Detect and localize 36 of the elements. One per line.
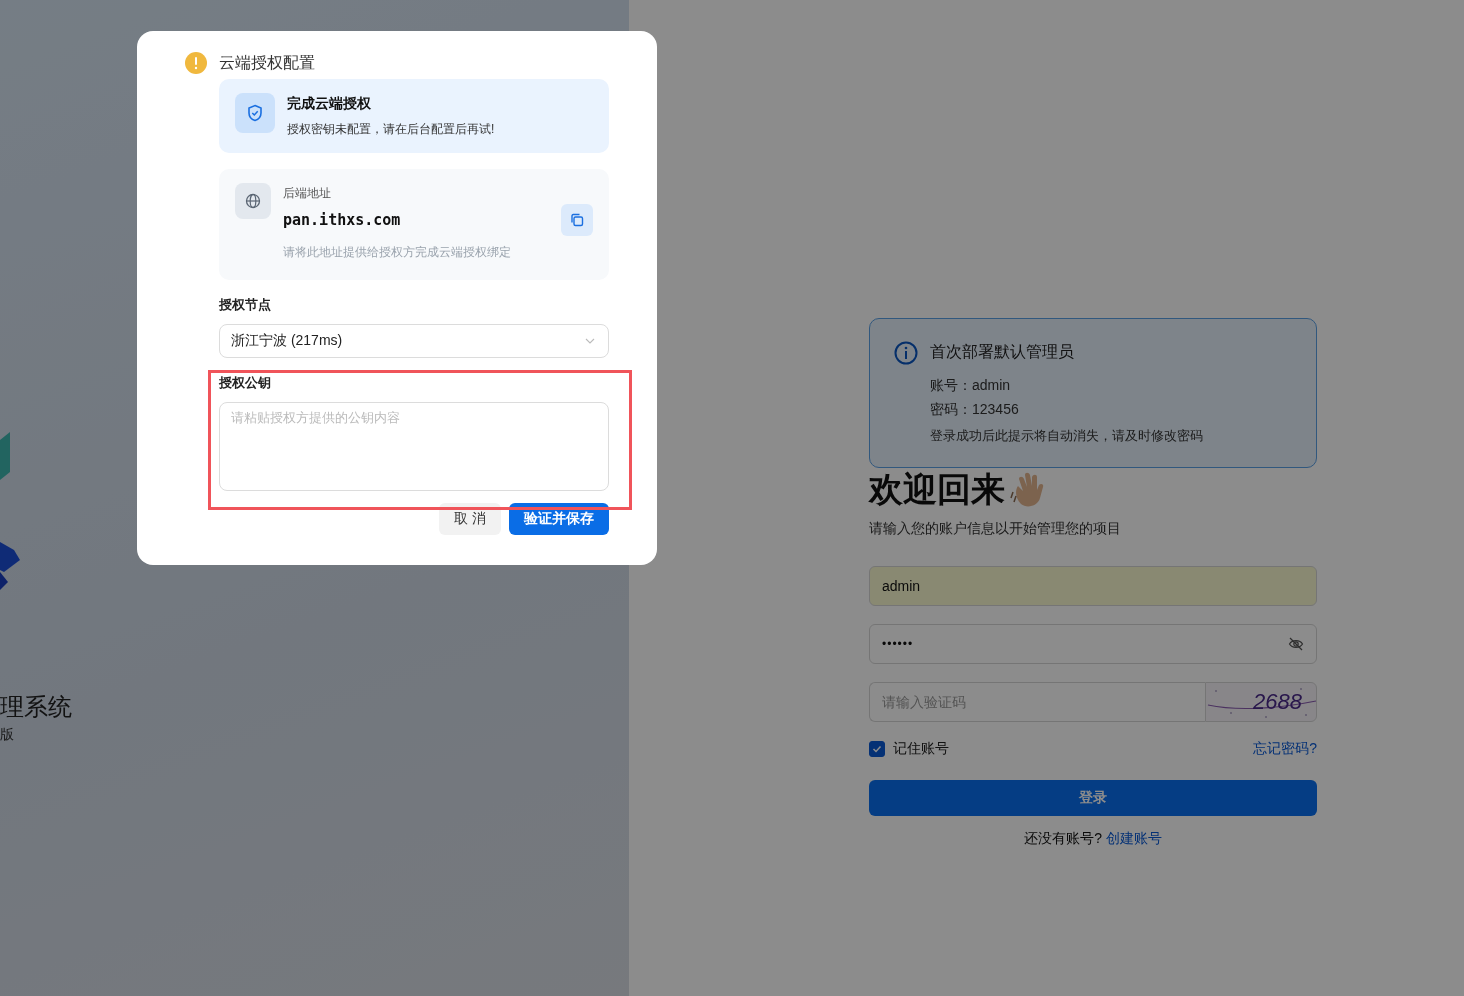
password-field[interactable]: •••••• bbox=[869, 624, 1317, 664]
globe-icon bbox=[245, 193, 261, 209]
node-value: 浙江宁波 (217ms) bbox=[231, 332, 343, 350]
backend-label: 后端地址 bbox=[283, 185, 332, 202]
copy-icon bbox=[570, 213, 584, 227]
eye-off-icon[interactable] bbox=[1288, 636, 1304, 652]
warning-icon bbox=[185, 52, 207, 74]
public-key-field[interactable]: 请粘贴授权方提供的公钥内容 bbox=[219, 402, 609, 491]
login-button[interactable]: 登录 bbox=[869, 780, 1317, 816]
info-icon bbox=[894, 341, 918, 365]
remember-label: 记住账号 bbox=[893, 740, 949, 758]
captcha-image[interactable]: 2688 bbox=[1205, 682, 1317, 722]
username-field[interactable]: admin bbox=[869, 566, 1317, 606]
remember-checkbox[interactable] bbox=[869, 741, 885, 757]
credential-text: 账号：admin bbox=[930, 376, 1012, 395]
check-icon bbox=[871, 743, 883, 755]
node-label: 授权节点 bbox=[219, 296, 272, 314]
node-select[interactable]: 浙江宁波 (217ms) bbox=[219, 324, 609, 358]
status-title: 完成云端授权 bbox=[287, 95, 372, 113]
shield-check-icon bbox=[246, 104, 264, 122]
backend-address: pan.ithxs.com bbox=[283, 211, 401, 229]
notice-text: 登录成功后此提示将自动消失，请及时修改密码 bbox=[930, 427, 1203, 445]
public-key-label: 授权公钥 bbox=[219, 374, 272, 392]
signup-prompt: 还没有账号? bbox=[1024, 830, 1102, 846]
brand-title: 理系统 bbox=[0, 692, 73, 722]
dialog-title: 云端授权配置 bbox=[219, 52, 315, 73]
welcome-heading: 欢迎回来 bbox=[869, 469, 1005, 510]
copy-button[interactable] bbox=[561, 204, 593, 236]
welcome-subtitle: 请输入您的账户信息以开始管理您的项目 bbox=[869, 520, 1122, 538]
credential-text: 密码：123456 bbox=[930, 400, 1020, 419]
backend-hint: 请将此地址提供给授权方完成云端授权绑定 bbox=[283, 244, 512, 261]
brand-subtitle: 版 bbox=[0, 726, 15, 744]
notice-title: 首次部署默认管理员 bbox=[930, 342, 1075, 362]
status-message: 授权密钥未配置，请在后台配置后再试! bbox=[287, 121, 495, 138]
create-account-link[interactable]: 创建账号 bbox=[1105, 830, 1162, 846]
forgot-password-link[interactable]: 忘记密码? bbox=[1253, 740, 1317, 758]
